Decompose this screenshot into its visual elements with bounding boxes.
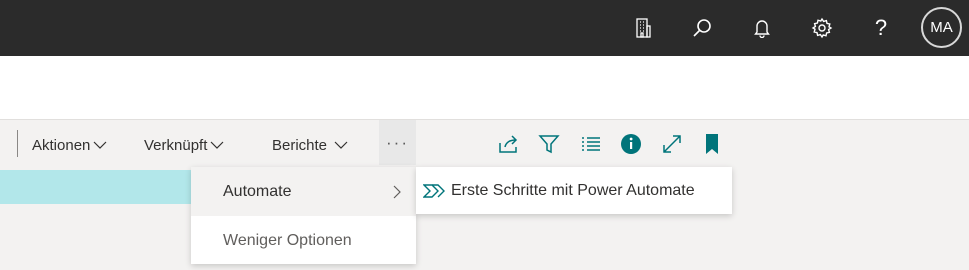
- share-icon[interactable]: [497, 132, 521, 156]
- dropdown-item-weniger-optionen[interactable]: Weniger Optionen: [191, 216, 416, 265]
- bell-icon[interactable]: [746, 12, 778, 44]
- menu-aktionen-label: Aktionen: [32, 136, 91, 154]
- more-options-button[interactable]: ···: [379, 120, 416, 165]
- company-icon[interactable]: [627, 12, 659, 44]
- menu-verknuepft-label: Verknüpft: [144, 136, 208, 154]
- settings-icon[interactable]: [806, 12, 838, 44]
- automate-submenu: Erste Schritte mit Power Automate: [416, 167, 732, 214]
- submenu-item-power-automate-label[interactable]: Erste Schritte mit Power Automate: [451, 182, 695, 200]
- menu-verknuepft[interactable]: Verknüpft: [144, 134, 225, 156]
- chevron-down-icon: [334, 141, 348, 149]
- help-icon[interactable]: ?: [865, 12, 897, 44]
- expand-icon[interactable]: [660, 132, 684, 156]
- filter-icon[interactable]: [537, 132, 561, 156]
- more-options-dropdown: Automate Weniger Optionen: [191, 167, 416, 264]
- bookmark-icon[interactable]: [700, 132, 724, 156]
- avatar[interactable]: MA: [921, 7, 962, 48]
- search-icon[interactable]: [686, 12, 718, 44]
- list-view-icon[interactable]: [579, 132, 603, 156]
- dropdown-item-automate[interactable]: Automate: [191, 167, 416, 216]
- chevron-down-icon: [93, 141, 107, 149]
- help-glyph: ?: [874, 15, 888, 40]
- power-automate-icon: [423, 183, 445, 198]
- info-icon[interactable]: [619, 132, 643, 156]
- chevron-down-icon: [210, 141, 224, 149]
- actionbar-separator: [17, 130, 18, 157]
- selected-row-highlight: [0, 170, 200, 204]
- more-options-glyph: ···: [386, 132, 409, 152]
- menu-berichte-label: Berichte: [272, 136, 328, 154]
- chevron-right-icon: [393, 185, 401, 199]
- dropdown-item-weniger-optionen-label: Weniger Optionen: [223, 231, 352, 249]
- page-header-area: [0, 56, 969, 120]
- menu-aktionen[interactable]: Aktionen: [32, 134, 108, 156]
- dropdown-item-automate-label: Automate: [223, 182, 292, 200]
- menu-berichte[interactable]: Berichte: [272, 134, 351, 156]
- avatar-initials: MA: [930, 19, 953, 36]
- top-navigation-bar: ? MA: [0, 0, 969, 56]
